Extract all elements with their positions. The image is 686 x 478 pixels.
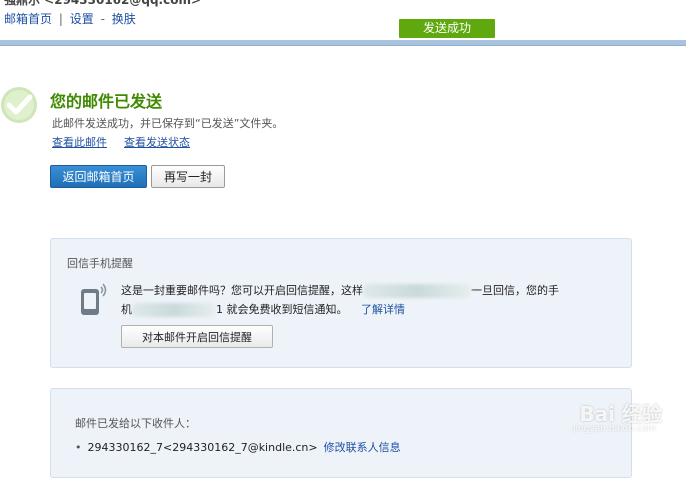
recipients-panel: 邮件已发给以下收件人： • 294330162_7<294330162_7@kin… [50, 388, 632, 478]
watermark-url: jingyan.baidu.com [572, 424, 656, 434]
back-to-inbox-button[interactable]: 返回邮箱首页 [50, 165, 147, 188]
success-description: 此邮件发送成功，并已保存到“已发送”文件夹。 [52, 117, 284, 130]
enable-reply-reminder-button[interactable]: 对本邮件开启回信提醒 [121, 325, 273, 348]
reminder-text-line1: 这是一封重要邮件吗？您可以开启回信提醒，这样 一旦回信，您的手 [121, 282, 559, 298]
check-circle-icon [1, 87, 37, 123]
nav-settings[interactable]: 设置 [70, 12, 94, 26]
nav-dash: - [100, 12, 105, 26]
reply-reminder-panel: 回信手机提醒 这是一封重要邮件吗？您可以开启回信提醒，这样 一旦回信，您的手 机 1… [50, 238, 632, 368]
write-another-button[interactable]: 再写一封 [151, 165, 225, 188]
top-nav: 邮箱首页 | 设置 - 换肤 [4, 10, 136, 27]
reminder-text-end: 一旦回信，您的手 [471, 284, 559, 297]
bullet-icon: • [75, 441, 82, 454]
blurred-region [363, 284, 471, 298]
view-this-mail-link[interactable]: 查看此邮件 [52, 134, 107, 150]
learn-more-link[interactable]: 了解详情 [361, 303, 405, 316]
nav-mail-home[interactable]: 邮箱首页 [4, 12, 52, 26]
view-send-status-link[interactable]: 查看发送状态 [124, 134, 190, 150]
reminder-text-start: 这是一封重要邮件吗？您可以开启回信提醒，这样 [121, 284, 363, 297]
reminder-text-line2-start: 机 [121, 303, 132, 316]
page-title: 您的邮件已发送 [50, 92, 163, 111]
recipient-list-item: • 294330162_7<294330162_7@kindle.cn> 修改联系人… [75, 439, 401, 455]
reminder-title: 回信手机提醒 [67, 257, 133, 270]
nav-skin[interactable]: 换肤 [112, 12, 136, 26]
account-line: 强鼎尔 <294330162@qq.com> [4, 0, 202, 7]
edit-contact-link[interactable]: 修改联系人信息 [324, 441, 401, 454]
reminder-text-line2: 机 1 就会免费收到短信通知。 了解详情 [121, 301, 405, 317]
recipient-address: 294330162_7<294330162_7@kindle.cn> [87, 441, 318, 454]
mobile-phone-icon [81, 283, 107, 315]
blurred-phone-number [132, 303, 216, 317]
send-success-toast: 发送成功 [399, 19, 495, 38]
baidu-jingyan-watermark: Bai 经验 [579, 402, 662, 426]
recipients-title: 邮件已发给以下收件人： [75, 417, 196, 430]
reminder-text-line2-mid: 1 就会免费收到短信通知。 [216, 303, 348, 316]
header-divider-band [0, 40, 686, 46]
nav-separator: | [58, 12, 63, 26]
